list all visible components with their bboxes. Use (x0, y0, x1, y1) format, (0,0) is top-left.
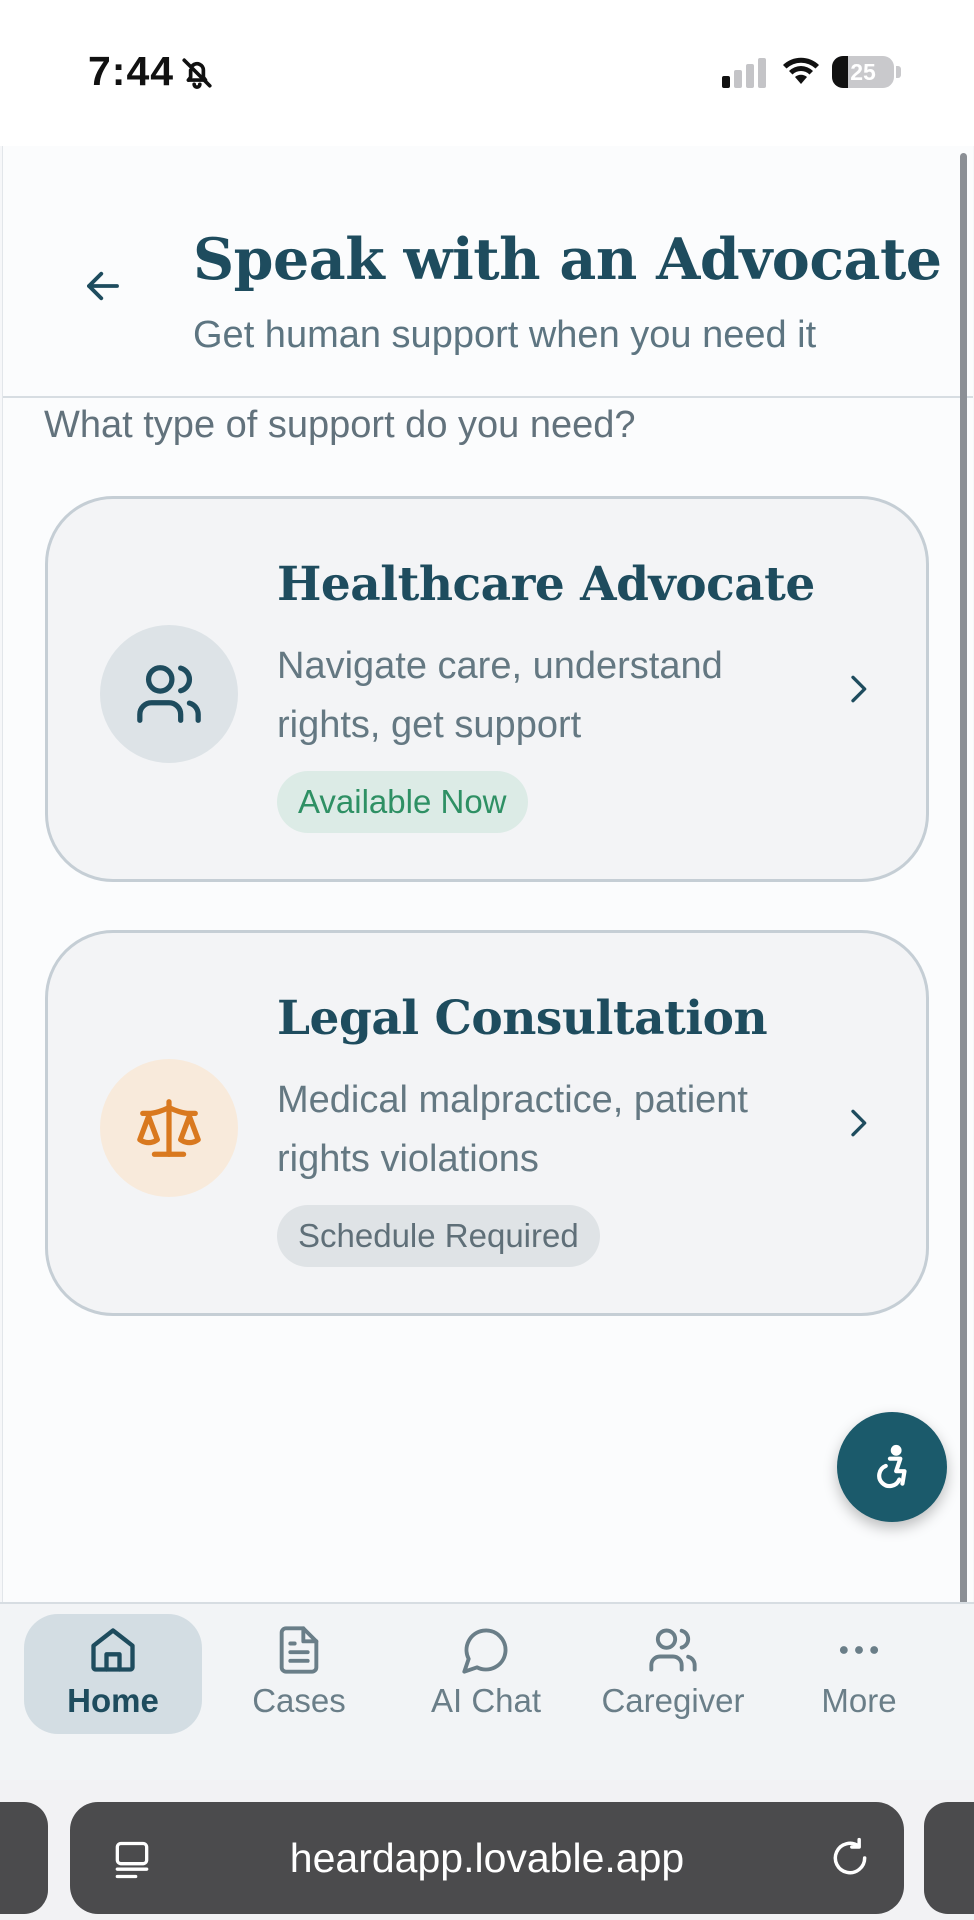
accessibility-button[interactable] (837, 1412, 947, 1522)
page-header: Speak with an Advocate Get human support… (3, 146, 973, 398)
users-icon (137, 665, 201, 723)
bottom-navigation: Home Cases AI Chat Caregiver More (0, 1602, 974, 1782)
legal-icon-container (100, 1059, 238, 1197)
wifi-icon (782, 56, 820, 91)
bell-off-icon (180, 55, 214, 96)
nav-label-caregiver: Caregiver (601, 1682, 745, 1719)
next-tab-preview[interactable] (924, 1802, 974, 1914)
browser-toolbar: heardapp.lovable.app (0, 1780, 974, 1920)
nav-label-home: Home (67, 1682, 159, 1719)
nav-item-ai-chat[interactable]: AI Chat (397, 1614, 575, 1734)
cellular-signal-icon (722, 58, 768, 93)
scrollbar[interactable] (960, 153, 967, 1631)
healthcare-advocate-card[interactable]: Healthcare Advocate Navigate care, under… (45, 496, 929, 882)
scale-icon (137, 1099, 201, 1157)
nav-label-ai-chat: AI Chat (430, 1682, 542, 1719)
status-time: 7:44 (88, 48, 175, 94)
nav-label-more: More (821, 1682, 897, 1719)
status-bar: 7:44 25 (0, 0, 974, 146)
accessibility-icon (877, 1444, 907, 1489)
card-title: Healthcare Advocate (277, 557, 815, 612)
page-title: Speak with an Advocate (193, 226, 942, 293)
card-title: Legal Consultation (277, 991, 768, 1046)
battery-icon: 25 (832, 56, 894, 88)
chat-bubble-icon (460, 1622, 512, 1678)
availability-badge: Available Now (277, 771, 528, 833)
nav-label-cases: Cases (252, 1682, 346, 1719)
page-subtitle: Get human support when you need it (193, 314, 817, 356)
legal-consultation-card[interactable]: Legal Consultation Medical malpractice, … (45, 930, 929, 1316)
nav-item-caregiver[interactable]: Caregiver (584, 1614, 762, 1734)
back-button[interactable] (73, 256, 133, 316)
arrow-left-icon (87, 271, 119, 301)
page-content[interactable]: Speak with an Advocate Get human support… (2, 146, 973, 1602)
nav-item-cases[interactable]: Cases (210, 1614, 388, 1734)
card-description: Medical malpractice, patient rights viol… (277, 1079, 748, 1180)
home-icon (87, 1622, 139, 1678)
chevron-right-icon (838, 1103, 878, 1148)
battery-indicator: 25 (832, 56, 901, 88)
document-icon (273, 1622, 325, 1678)
users-icon (647, 1622, 699, 1678)
reload-icon[interactable] (828, 1836, 872, 1885)
more-dots-icon (833, 1622, 885, 1678)
previous-tab-preview[interactable] (0, 1802, 48, 1914)
availability-badge: Schedule Required (277, 1205, 600, 1267)
address-bar[interactable]: heardapp.lovable.app (70, 1802, 904, 1914)
healthcare-icon-container (100, 625, 238, 763)
battery-tip (896, 66, 901, 78)
nav-item-more[interactable]: More (770, 1614, 948, 1734)
url-text: heardapp.lovable.app (289, 1835, 685, 1881)
battery-percentage: 25 (850, 59, 876, 85)
chevron-right-icon (838, 669, 878, 714)
card-description: Navigate care, understand rights, get su… (277, 645, 723, 746)
nav-item-home[interactable]: Home (24, 1614, 202, 1734)
support-question: What type of support do you need? (44, 404, 636, 446)
